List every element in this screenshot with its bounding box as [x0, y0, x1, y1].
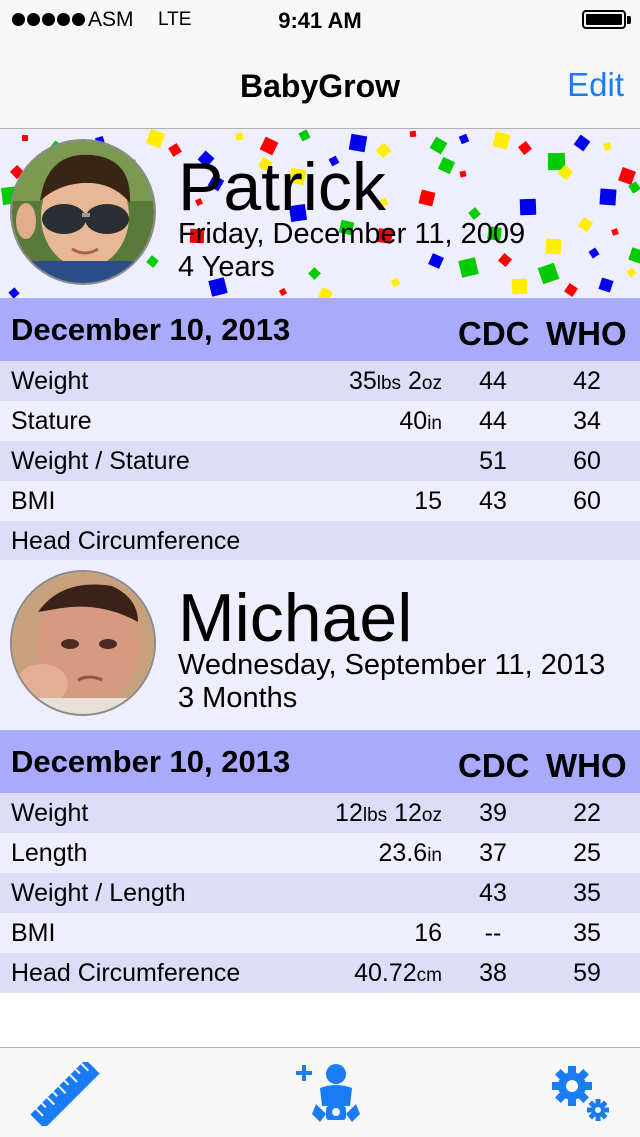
table-header: December 10, 2013 CDC WHO	[0, 730, 640, 793]
who-percentile: 35	[573, 919, 601, 947]
table-row[interactable]: BMI 15 43 60	[0, 481, 640, 521]
measurement-value: 15	[414, 487, 442, 515]
who-percentile: 22	[573, 799, 601, 827]
measurement-label: Length	[11, 839, 88, 867]
table-row[interactable]: Head Circumference 40.72cm 38 59	[0, 953, 640, 993]
measurement-label: Stature	[11, 407, 92, 435]
cdc-column-header: CDC	[458, 747, 530, 784]
table-row[interactable]: Stature 40in 44 34	[0, 401, 640, 441]
cdc-percentile: 38	[479, 959, 507, 987]
table-row[interactable]: Weight 12lbs 12oz 39 22	[0, 793, 640, 833]
measurement-label: BMI	[11, 919, 56, 947]
cdc-percentile: 39	[479, 799, 507, 827]
child-age: 4 Years	[178, 251, 275, 283]
status-bar: ASM LTE 9:41 AM	[0, 0, 640, 40]
table-row[interactable]: Weight / Stature 51 60	[0, 441, 640, 481]
who-percentile: 59	[573, 959, 601, 987]
child-name: Michael	[178, 580, 413, 656]
status-time: 9:41 AM	[278, 8, 362, 33]
page-title: BabyGrow	[239, 68, 401, 104]
child-age: 3 Months	[178, 682, 298, 714]
measurement-label: Head Circumference	[11, 959, 241, 987]
measurement-date: December 10, 2013	[11, 312, 291, 347]
child-birth-date: Wednesday, September 11, 2013	[178, 649, 606, 681]
who-percentile: 25	[573, 839, 601, 867]
battery-tip-icon	[627, 16, 631, 24]
measurements-table: December 10, 2013 CDC WHO Weight 35lbs 2o…	[0, 298, 640, 561]
cdc-percentile: 43	[479, 487, 507, 515]
measurement-value: 40.72cm	[354, 959, 442, 987]
table-header: December 10, 2013 CDC WHO	[0, 298, 640, 361]
who-percentile: 42	[573, 367, 601, 395]
avatar[interactable]	[10, 139, 156, 285]
measurement-date: December 10, 2013	[11, 744, 291, 779]
ruler-icon[interactable]	[30, 1059, 100, 1129]
navigation-bar: ASM LTE 9:41 AM BabyGrow Edit	[0, 0, 640, 129]
who-percentile: 35	[573, 879, 601, 907]
who-column-header: WHO	[546, 747, 627, 784]
cdc-percentile: 43	[479, 879, 507, 907]
who-percentile: 60	[573, 447, 601, 475]
add-baby-icon[interactable]	[292, 1062, 362, 1126]
measurement-value: 23.6in	[378, 839, 442, 867]
table-row[interactable]: Weight 35lbs 2oz 44 42	[0, 361, 640, 401]
cdc-percentile: --	[484, 919, 502, 947]
edit-button[interactable]: Edit	[567, 66, 624, 104]
measurement-label: Weight / Length	[11, 879, 186, 907]
measurement-label: Weight	[11, 367, 89, 395]
who-percentile: 34	[573, 407, 601, 435]
cdc-percentile: 44	[479, 407, 507, 435]
who-column-header: WHO	[546, 315, 627, 352]
measurements-table: December 10, 2013 CDC WHO Weight 12lbs 12…	[0, 730, 640, 993]
tab-bar	[0, 1047, 640, 1137]
battery-icon	[582, 10, 626, 29]
child-profile-header[interactable]: Patrick Friday, December 11, 2009 4 Year…	[0, 129, 640, 301]
table-row[interactable]: Length 23.6in 37 25	[0, 833, 640, 873]
cdc-column-header: CDC	[458, 315, 530, 352]
cdc-percentile: 37	[479, 839, 507, 867]
cdc-percentile: 44	[479, 367, 507, 395]
child-birth-date: Friday, December 11, 2009	[178, 218, 526, 250]
measurement-value: 40in	[399, 407, 442, 435]
measurement-label: Weight	[11, 799, 89, 827]
table-row[interactable]: BMI 16 -- 35	[0, 913, 640, 953]
cdc-percentile: 51	[479, 447, 507, 475]
child-profile-header[interactable]: Michael Wednesday, September 11, 2013 3 …	[0, 560, 640, 730]
table-row[interactable]: Weight / Length 43 35	[0, 873, 640, 913]
child-name: Patrick	[178, 149, 386, 225]
table-row[interactable]: Head Circumference	[0, 521, 640, 561]
avatar[interactable]	[10, 570, 156, 716]
gears-icon[interactable]	[546, 1062, 616, 1126]
measurement-label: Weight / Stature	[11, 447, 190, 475]
who-percentile: 60	[573, 487, 601, 515]
measurement-label: BMI	[11, 487, 56, 515]
measurement-value: 35lbs 2oz	[348, 367, 442, 395]
measurement-value: 12lbs 12oz	[335, 799, 442, 827]
measurement-label: Head Circumference	[11, 527, 241, 555]
measurement-value: 16	[414, 919, 442, 947]
